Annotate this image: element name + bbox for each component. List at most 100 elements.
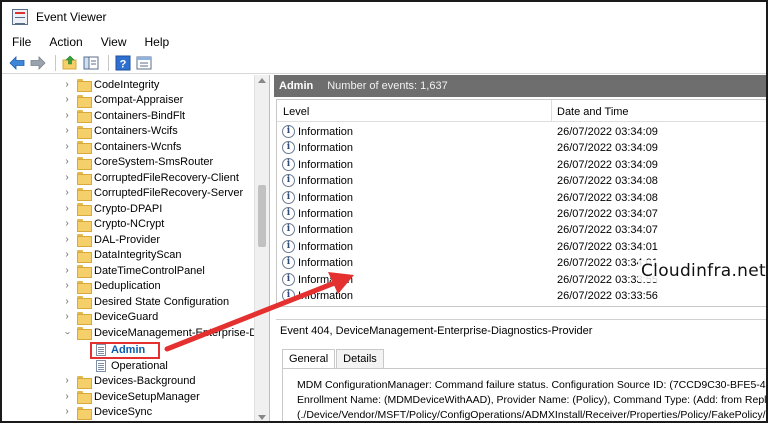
table-row[interactable]: i Information 26/07/2022 03:33:56 [277,288,766,304]
chevron-right-icon[interactable]: › [62,79,72,90]
back-arrow-icon[interactable] [8,54,26,72]
tree-item-expanded[interactable]: › DeviceManagement-Enterprise-Dia [2,325,266,341]
table-row[interactable]: i Information 26/07/2022 03:34:01 [277,239,766,255]
tree-item[interactable]: › Crypto-NCrypt [2,217,254,233]
chevron-right-icon[interactable]: › [62,250,72,260]
folder-up-icon[interactable] [61,54,79,72]
chevron-right-icon[interactable]: › [62,203,72,214]
tree-item[interactable]: › DataIntegrityScan [2,248,254,264]
tree-item[interactable]: › DateTimeControlPanel [2,263,254,279]
tree-item-label: Containers-BindFlt [94,109,186,122]
event-log-icon [96,360,106,372]
cell-level: Information [298,175,354,188]
cell-level: Information [298,257,354,270]
forward-arrow-icon[interactable] [29,54,47,72]
tree-item-label: Containers-Wcnfs [94,140,182,153]
cell-date: 26/07/2022 03:34:09 [557,142,658,155]
chevron-right-icon[interactable]: › [62,234,72,245]
tree-item[interactable]: › Containers-Wcifs [2,124,254,140]
folder-icon [77,94,92,108]
chevron-right-icon[interactable]: › [62,126,72,136]
information-icon: i [282,174,295,188]
chevron-down-icon[interactable]: › [62,328,73,338]
menu-file[interactable]: File [10,34,33,50]
tree-item[interactable]: › DAL-Provider [2,232,254,248]
tree-item[interactable]: › Containers-Wcnfs [2,139,254,155]
chevron-right-icon[interactable]: › [62,265,72,276]
tree-item-label: CoreSystem-SmsRouter [94,156,214,169]
chevron-right-icon[interactable]: › [62,95,72,105]
table-row[interactable]: i Information 26/07/2022 03:34:07 [277,206,766,222]
folder-icon [77,79,92,92]
event-detail-body[interactable]: MDM ConfigurationManager: Command failur… [282,368,766,421]
chevron-right-icon[interactable]: › [62,391,72,402]
help-icon[interactable]: ? [114,54,132,72]
tree-item-label: Containers-Wcifs [94,125,178,138]
information-icon: i [282,141,295,155]
cell-date: 26/07/2022 03:33:56 [557,290,658,302]
show-hide-tree-icon[interactable] [82,54,100,72]
chevron-right-icon[interactable]: › [62,219,72,229]
menu-action[interactable]: Action [47,34,84,50]
folder-icon [77,125,92,139]
cell-level: Information [298,158,354,171]
tree-scrollbar[interactable] [254,75,269,421]
tree-item[interactable]: › DeviceGuard [2,310,254,326]
tree-item[interactable]: › CoreSystem-SmsRouter [2,155,254,171]
title-bar[interactable]: Event Viewer [2,2,766,32]
tree-item[interactable]: › Containers-BindFlt [2,108,254,124]
column-divider[interactable] [551,100,552,122]
tree-item-label: DeviceGuard [94,311,159,324]
chevron-right-icon[interactable]: › [62,141,72,152]
tree-item[interactable]: › CodeIntegrity [2,77,254,93]
chevron-right-icon[interactable]: › [62,312,72,322]
folder-icon [77,280,92,294]
chevron-right-icon[interactable]: › [62,407,72,417]
chevron-right-icon[interactable]: › [62,110,72,121]
tree-item[interactable]: › CorruptedFileRecovery-Server [2,186,254,202]
tab-general[interactable]: General [282,349,336,369]
menu-help[interactable]: Help [143,34,172,50]
tree-item[interactable]: › Crypto-DPAPI [2,201,254,217]
folder-icon [77,296,92,309]
table-row[interactable]: i Information 26/07/2022 03:34:09 [277,157,766,173]
column-level[interactable]: Level [283,106,309,118]
toolbar-separator [108,54,109,71]
chevron-right-icon[interactable]: › [62,188,72,198]
scroll-down-icon[interactable] [258,415,266,420]
tree-item[interactable]: › Deduplication [2,279,254,295]
event-viewer-app-icon [12,9,28,25]
chevron-right-icon[interactable]: › [62,376,72,386]
information-icon: i [282,256,295,270]
tree-item[interactable]: › DeviceSync [2,405,254,421]
scrollbar-thumb[interactable] [258,185,266,247]
column-date-time[interactable]: Date and Time [557,106,629,118]
properties-icon[interactable] [135,54,153,72]
tab-details[interactable]: Details [336,349,384,369]
table-row[interactable]: i Information 26/07/2022 03:34:08 [277,190,766,206]
tree-item[interactable]: › Devices-Background [2,374,254,390]
tree-item[interactable]: › CorruptedFileRecovery-Client [2,170,254,186]
pane-splitter[interactable] [276,319,766,320]
chevron-right-icon[interactable]: › [62,157,72,167]
table-row[interactable]: i Information 26/07/2022 03:34:08 [277,173,766,189]
tree-item[interactable]: › Compat-Appraiser [2,93,254,109]
table-row[interactable]: i Information 26/07/2022 03:34:09 [277,140,766,156]
chevron-right-icon[interactable]: › [62,296,72,307]
menu-view[interactable]: View [99,34,129,50]
chevron-right-icon[interactable]: › [62,172,72,183]
tree-item-label: DeviceSetupManager [94,390,200,403]
folder-icon [77,187,92,201]
cell-level: Information [298,290,354,302]
table-row[interactable]: i Information 26/07/2022 03:34:09 [277,124,766,140]
information-icon: i [282,239,295,253]
tree-item-label: CodeIntegrity [94,78,160,91]
tree-item-operational-log[interactable]: Operational [2,358,254,374]
tree-item[interactable]: › Desired State Configuration [2,294,254,310]
cell-level: Information [298,224,354,237]
tree-item[interactable]: › DeviceSetupManager [2,389,254,405]
table-row[interactable]: i Information 26/07/2022 03:34:07 [277,222,766,238]
cell-date: 26/07/2022 03:34:08 [557,175,658,188]
chevron-right-icon[interactable]: › [62,281,72,291]
scroll-up-icon[interactable] [258,78,266,83]
